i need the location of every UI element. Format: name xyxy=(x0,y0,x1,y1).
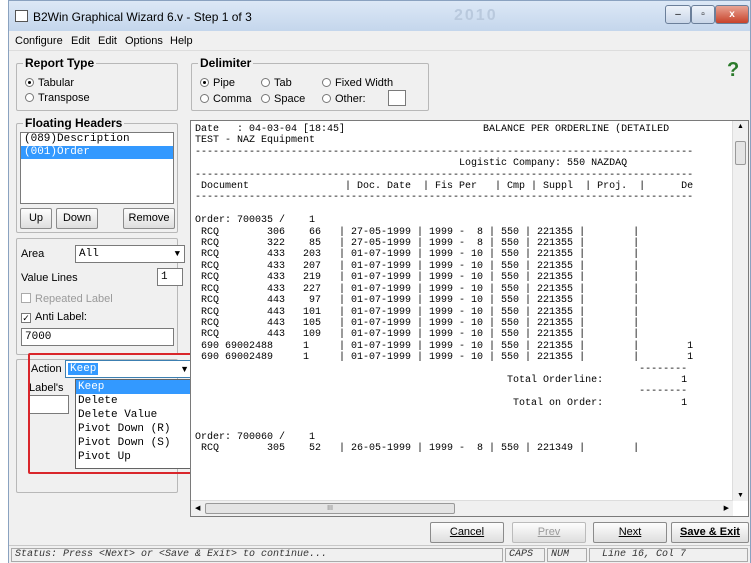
highlight-box xyxy=(28,353,202,474)
maximize-button[interactable]: ▫ xyxy=(691,5,715,24)
anti-label-input[interactable]: 7000 xyxy=(21,328,174,346)
radio-transpose-label: Transpose xyxy=(38,92,90,104)
radio-comma-label: Comma xyxy=(213,93,252,105)
radio-tab-label: Tab xyxy=(274,77,292,89)
title-watermark: 2010 xyxy=(454,7,498,24)
next-label: Next xyxy=(618,526,642,538)
report-text: Date : 04-03-04 [18:45] BALANCE PER ORDE… xyxy=(195,124,694,455)
help-icon[interactable]: ? xyxy=(727,59,739,82)
delimiter-group: Delimiter Pipe Tab Fixed Width Comma Spa… xyxy=(191,56,429,111)
prev-button[interactable]: Prev xyxy=(512,522,586,543)
report-preview[interactable]: Date : 04-03-04 [18:45] BALANCE PER ORDE… xyxy=(190,120,749,517)
scroll-up-icon[interactable]: ▲ xyxy=(737,123,744,130)
repeated-label-checkbox[interactable]: Repeated Label xyxy=(21,293,113,305)
menu-options[interactable]: Options xyxy=(125,35,163,47)
radio-fixed-width[interactable]: Fixed Width xyxy=(322,77,393,89)
status-text: Status: Press <Next> or <Save & Exit> to… xyxy=(11,548,503,562)
repeated-label-text: Repeated Label xyxy=(35,293,113,305)
window-title: B2Win Graphical Wizard 6.v - Step 1 of 3 xyxy=(33,10,252,24)
menu-help[interactable]: Help xyxy=(170,35,193,47)
minimize-button[interactable]: – xyxy=(665,5,691,24)
radio-selected-icon xyxy=(25,78,34,87)
report-type-group: Report Type Tabular Transpose xyxy=(16,56,178,111)
radio-selected-icon xyxy=(200,78,209,87)
cancel-button[interactable]: Cancel xyxy=(430,522,504,543)
radio-pipe[interactable]: Pipe xyxy=(200,77,235,89)
cursor-position: Line 16, Col 7 xyxy=(589,548,748,562)
save-exit-button[interactable]: Save & Exit xyxy=(671,522,749,543)
radio-icon xyxy=(25,93,34,102)
radio-other[interactable]: Other: xyxy=(322,93,366,105)
radio-icon xyxy=(261,94,270,103)
anti-label-text: Anti Label: xyxy=(35,311,87,323)
horizontal-scrollbar[interactable]: ◀ III ▶ xyxy=(191,500,733,516)
prev-label: Prev xyxy=(537,526,561,538)
menu-bar: Configure Edit Edit Options Help xyxy=(9,31,750,51)
title-bar: B2Win Graphical Wizard 6.v - Step 1 of 3… xyxy=(9,1,750,31)
area-label: Area xyxy=(21,248,45,260)
caps-indicator: CAPS xyxy=(505,548,545,562)
close-button[interactable]: x xyxy=(715,5,749,24)
radio-icon xyxy=(322,94,331,103)
floating-headers-list[interactable]: (089)Description (001)Order xyxy=(20,132,174,204)
radio-pipe-label: Pipe xyxy=(213,77,236,89)
wizard-window: B2Win Graphical Wizard 6.v - Step 1 of 3… xyxy=(8,0,751,563)
remove-button[interactable]: Remove xyxy=(123,208,175,229)
value-lines-label: Value Lines xyxy=(21,272,78,284)
radio-icon xyxy=(200,94,209,103)
delimiter-title: Delimiter xyxy=(198,56,254,70)
chevron-down-icon: ▼ xyxy=(174,249,180,259)
area-value: All xyxy=(79,248,99,260)
area-select[interactable]: All ▼ xyxy=(75,245,185,263)
radio-tabular[interactable]: Tabular xyxy=(25,77,74,89)
status-bar: Status: Press <Next> or <Save & Exit> to… xyxy=(9,545,750,563)
scroll-down-icon[interactable]: ▼ xyxy=(737,492,744,499)
scroll-left-icon[interactable]: ◀ xyxy=(195,504,200,512)
floating-headers-title: Floating Headers xyxy=(23,116,125,130)
value-lines-input[interactable]: 1 xyxy=(157,268,183,286)
radio-transpose[interactable]: Transpose xyxy=(25,92,90,104)
app-icon xyxy=(15,10,28,22)
menu-configure[interactable]: Configure xyxy=(15,35,63,47)
floating-headers-group: Floating Headers (089)Description (001)O… xyxy=(16,116,178,233)
other-delimiter-input[interactable] xyxy=(388,90,406,106)
list-item[interactable]: (089)Description xyxy=(21,133,173,146)
vertical-scrollbar[interactable]: ▲ ▼ xyxy=(732,121,748,501)
radio-space-label: Space xyxy=(274,93,306,105)
next-button[interactable]: Next xyxy=(593,522,667,543)
radio-space[interactable]: Space xyxy=(261,93,305,105)
radio-icon xyxy=(322,78,331,87)
up-button[interactable]: Up xyxy=(20,208,52,229)
radio-other-label: Other: xyxy=(335,93,366,105)
save-exit-label: Save & Exit xyxy=(680,526,740,538)
scroll-thumb[interactable] xyxy=(735,141,746,165)
report-type-title: Report Type xyxy=(23,56,97,70)
radio-tab[interactable]: Tab xyxy=(261,77,292,89)
radio-icon xyxy=(261,78,270,87)
num-indicator: NUM xyxy=(547,548,587,562)
anti-label-checkbox[interactable]: ✓ Anti Label: xyxy=(21,311,87,323)
list-item-selected[interactable]: (001)Order xyxy=(21,146,173,159)
radio-tabular-label: Tabular xyxy=(38,77,75,89)
down-button[interactable]: Down xyxy=(56,208,98,229)
scroll-right-icon[interactable]: ▶ xyxy=(724,504,729,512)
radio-fixed-width-label: Fixed Width xyxy=(335,77,394,89)
checkbox-icon xyxy=(21,293,31,303)
hscroll-thumb[interactable]: III xyxy=(205,503,455,514)
menu-edit[interactable]: Edit xyxy=(71,35,90,47)
radio-comma[interactable]: Comma xyxy=(200,93,252,105)
menu-edit-2[interactable]: Edit xyxy=(98,35,117,47)
checkmark-icon: ✓ xyxy=(21,313,31,323)
cancel-label: Cancel xyxy=(449,526,485,538)
